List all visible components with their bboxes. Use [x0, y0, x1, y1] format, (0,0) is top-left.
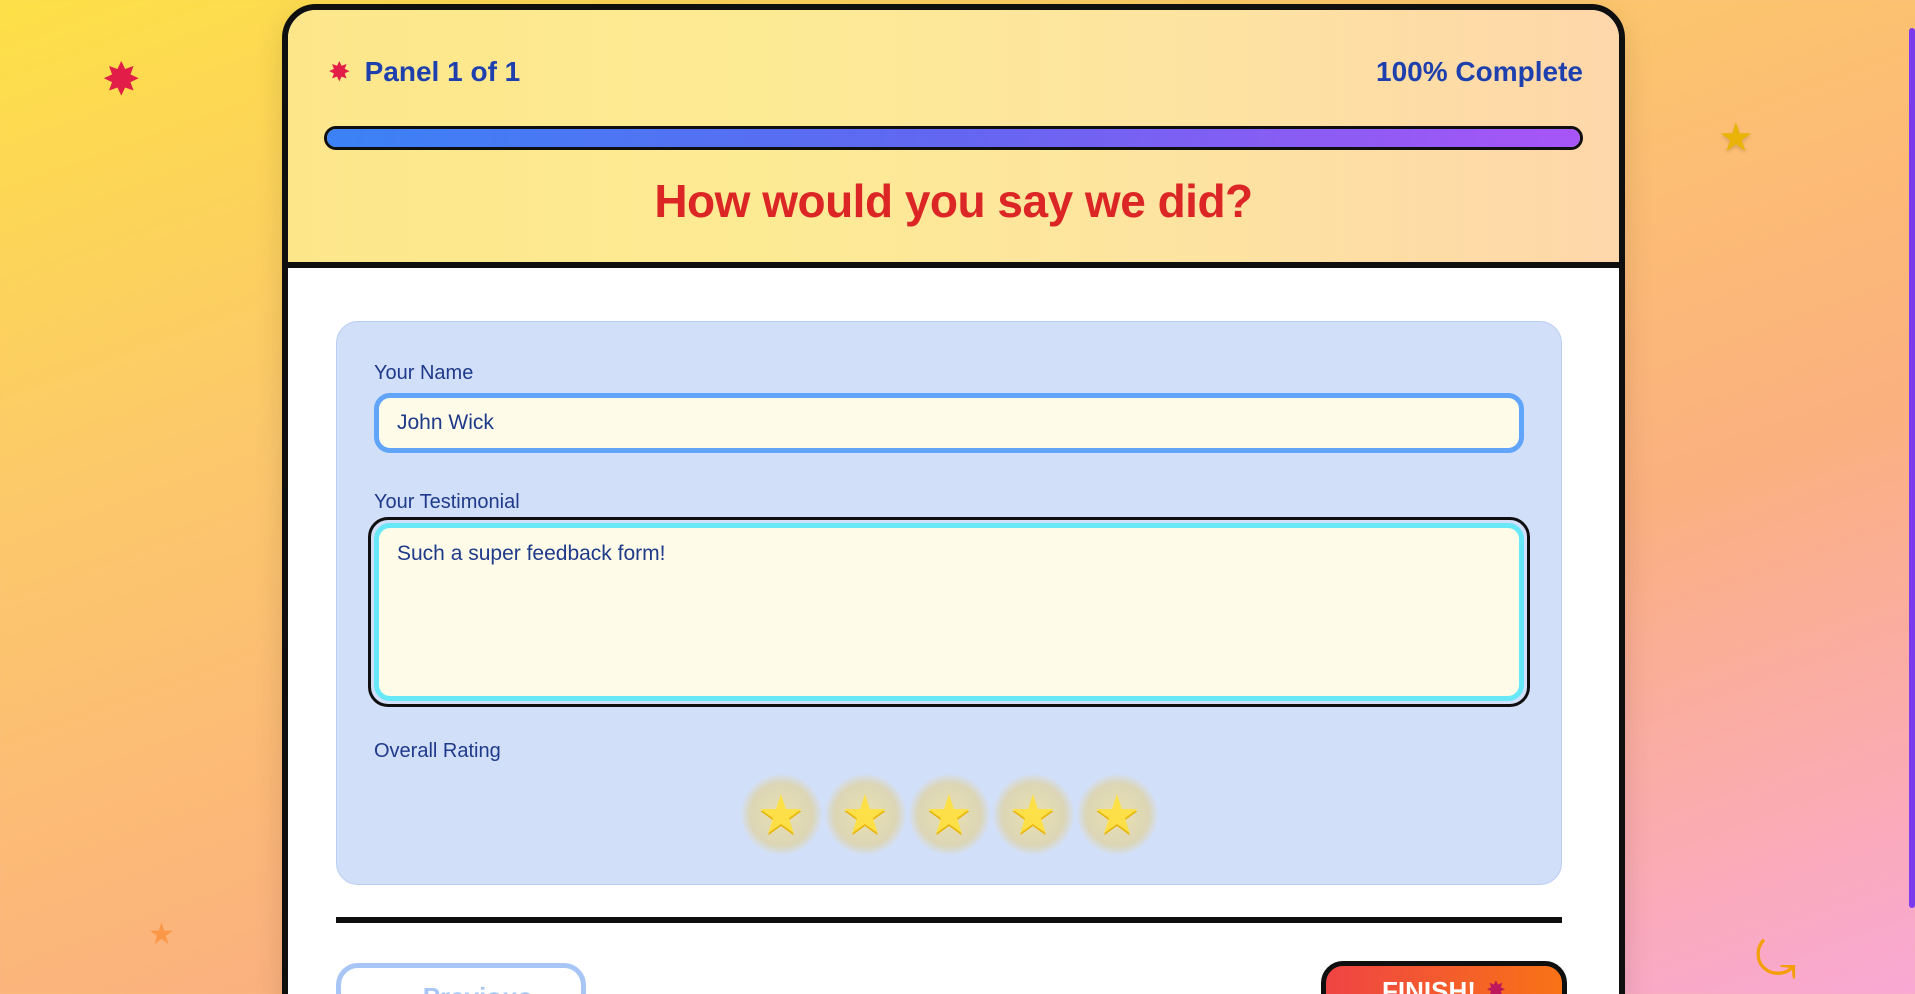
completion-label: 100% Complete: [1376, 56, 1583, 87]
rating-star-4-icon[interactable]: ★: [992, 774, 1074, 855]
scrollbar[interactable]: [1907, 0, 1915, 994]
finish-label: FINISH!: [1382, 976, 1476, 994]
rating-star-3-icon[interactable]: ★: [908, 774, 990, 855]
testimonial-input[interactable]: Such a super feedback form!: [374, 523, 1524, 701]
finish-button[interactable]: FINISH! ✸: [1321, 961, 1567, 994]
star-decoration-icon: ★: [1718, 115, 1754, 161]
rating-label: Overall Rating: [374, 740, 501, 762]
panel-label: Panel 1 of 1: [364, 56, 521, 87]
star-rating: ★ ★ ★ ★ ★: [337, 774, 1561, 855]
testimonial-focus-ring: Such a super feedback form!: [368, 517, 1530, 707]
feedback-form: Your Name Your Testimonial Such a super …: [336, 321, 1562, 885]
burst-icon: ✸: [328, 56, 351, 88]
rating-star-2-icon[interactable]: ★: [824, 774, 906, 855]
rating-star-5-icon[interactable]: ★: [1076, 774, 1158, 855]
previous-button[interactable]: ← Previous: [336, 963, 586, 994]
star-decoration-icon: ★: [148, 917, 175, 952]
scrollbar-thumb[interactable]: [1909, 28, 1915, 908]
swirl-decoration-icon: ⤿: [1755, 931, 1797, 989]
name-input[interactable]: [374, 393, 1524, 453]
divider: [336, 917, 1562, 923]
burst-decoration-icon: ✸: [102, 52, 141, 106]
progress-fill: [327, 129, 1580, 147]
card-header: ✸ Panel 1 of 1 100% Complete How would y…: [288, 10, 1619, 268]
name-label: Your Name: [374, 362, 474, 384]
testimonial-label: Your Testimonial: [374, 491, 520, 513]
rating-star-1-icon[interactable]: ★: [740, 774, 822, 855]
page-title: How would you say we did?: [654, 175, 1253, 227]
progress-bar: [324, 126, 1583, 150]
burst-icon: ✸: [1485, 976, 1506, 994]
survey-card: ✸ Panel 1 of 1 100% Complete How would y…: [282, 4, 1625, 994]
panel-indicator: ✸ Panel 1 of 1: [328, 56, 520, 88]
progress-info: ✸ Panel 1 of 1 100% Complete: [328, 56, 1583, 88]
